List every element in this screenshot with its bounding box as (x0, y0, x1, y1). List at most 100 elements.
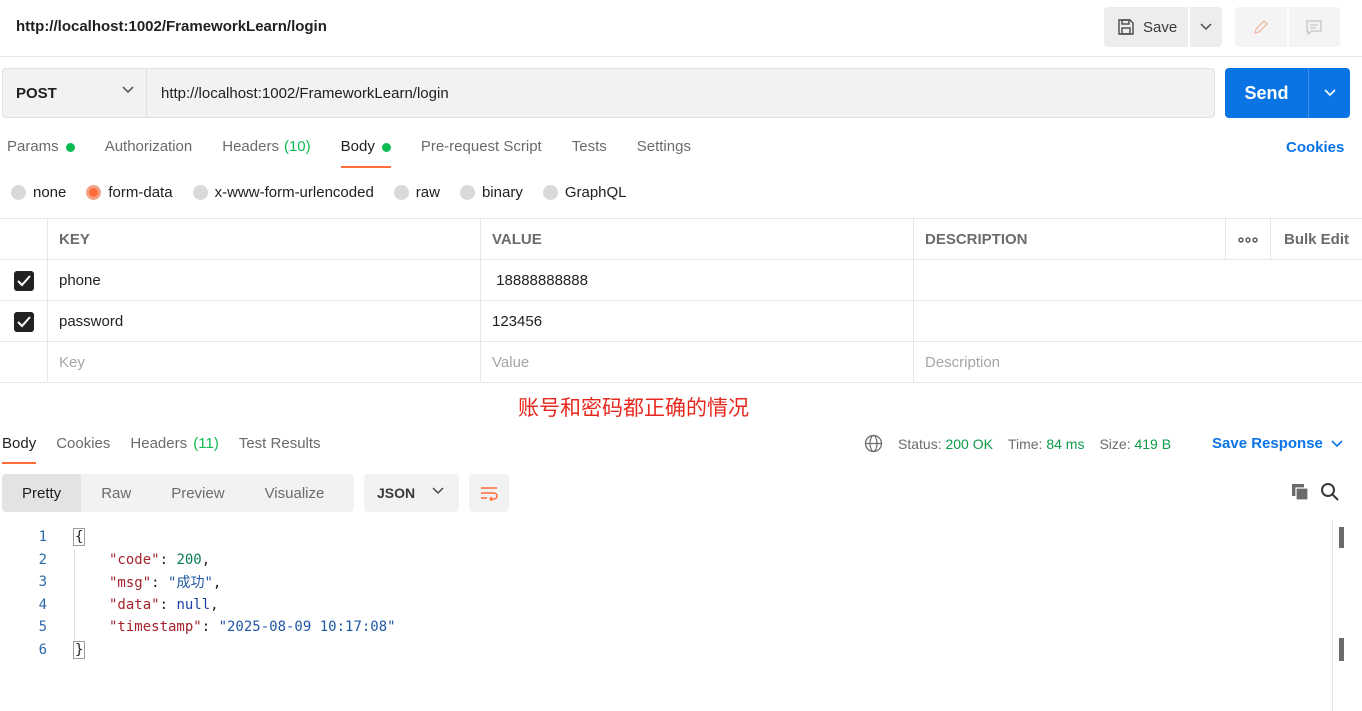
copy-icon[interactable] (1290, 482, 1310, 502)
value-placeholder[interactable]: Value (481, 342, 914, 383)
response-body-editor[interactable]: 1 { 2 "code": 200, 3 "msg": "成功", 4 "dat… (0, 526, 1362, 711)
save-response-button[interactable]: Save Response (1212, 435, 1343, 452)
body-type-none[interactable]: none (11, 184, 66, 201)
view-mode-raw[interactable]: Raw (81, 474, 151, 512)
body-type-graphql[interactable]: GraphQL (542, 184, 627, 201)
size-label: Size: (1099, 435, 1131, 452)
status-group[interactable]: Status: 200 OK (898, 436, 993, 452)
size-value: 419 B (1134, 435, 1172, 452)
response-tab-headers[interactable]: Headers (11) (130, 435, 218, 463)
comments-button[interactable] (1288, 7, 1340, 47)
cookies-link[interactable]: Cookies (1286, 139, 1344, 156)
tab-pre-request-script[interactable]: Pre-request Script (421, 136, 542, 166)
body-type-binary[interactable]: binary (459, 184, 523, 201)
body-type-label: x-www-form-urlencoded (214, 184, 374, 201)
column-header-description: DESCRIPTION (925, 231, 1028, 248)
save-response-label: Save Response (1212, 435, 1323, 452)
description-cell[interactable] (914, 260, 1225, 301)
value-cell[interactable]: 123456 (481, 301, 914, 342)
size-group[interactable]: Size: 419 B (1099, 436, 1171, 452)
key-cell[interactable]: phone (48, 260, 481, 301)
chevron-down-icon (1323, 89, 1336, 97)
chevron-down-icon (432, 487, 444, 495)
globe-icon[interactable] (864, 434, 883, 453)
form-data-table: KEY VALUE DESCRIPTION Bulk Edit phone 18… (0, 218, 1362, 383)
request-bar: POST http://localhost:1002/FrameworkLear… (2, 68, 1215, 118)
body-type-label: form-data (108, 184, 173, 201)
save-group: Save (1104, 7, 1222, 47)
json-key: "timestamp" (109, 619, 202, 635)
tab-headers[interactable]: Headers (10) (222, 136, 310, 166)
row-checkbox-cell (0, 260, 48, 301)
save-button[interactable]: Save (1104, 7, 1188, 47)
table-header-row: KEY VALUE DESCRIPTION Bulk Edit (0, 219, 1362, 260)
key-cell[interactable]: password (48, 301, 481, 342)
tab-body[interactable]: Body (340, 136, 392, 168)
code-line: 4 "data": null, (0, 594, 219, 616)
code-line: 5 "timestamp": "2025-08-09 10:17:08" (0, 616, 396, 638)
key-placeholder[interactable]: Key (48, 342, 481, 383)
method-select[interactable]: POST (3, 69, 147, 117)
chevron-down-icon (1331, 439, 1343, 447)
radio-icon (11, 185, 26, 200)
view-mode-preview[interactable]: Preview (151, 474, 244, 512)
view-mode-visualize[interactable]: Visualize (245, 474, 345, 512)
request-title[interactable]: http://localhost:1002/FrameworkLearn/log… (16, 18, 327, 35)
send-button[interactable]: Send (1225, 68, 1350, 118)
status-value: 200 OK (945, 435, 993, 452)
comment-icon (1306, 20, 1322, 36)
edit-button[interactable] (1235, 7, 1287, 47)
view-mode-pretty[interactable]: Pretty (2, 474, 82, 512)
send-label: Send (1225, 68, 1309, 118)
format-select[interactable]: JSON (364, 474, 459, 512)
json-brace: { (73, 528, 86, 546)
send-options-button[interactable] (1309, 68, 1350, 118)
row-checkbox[interactable] (13, 270, 34, 291)
pencil-icon (1253, 20, 1268, 34)
url-input[interactable]: http://localhost:1002/FrameworkLearn/log… (147, 69, 1214, 117)
time-group[interactable]: Time: 84 ms (1008, 436, 1085, 452)
response-tab-body[interactable]: Body (2, 435, 37, 464)
response-tab-test-results[interactable]: Test Results (239, 435, 321, 463)
body-type-raw[interactable]: raw (393, 184, 440, 201)
body-type-urlencoded[interactable]: x-www-form-urlencoded (192, 184, 374, 201)
value-cell[interactable]: 18888888888 (481, 260, 914, 301)
response-tab-body-label: Body (2, 435, 37, 452)
search-icon[interactable] (1320, 482, 1340, 502)
response-tab-test-results-label: Test Results (238, 435, 321, 452)
more-options-button[interactable] (1225, 219, 1271, 260)
radio-icon (192, 185, 208, 200)
bulk-edit-button[interactable]: Bulk Edit (1271, 219, 1362, 260)
chevron-down-icon (122, 86, 134, 94)
tab-tests[interactable]: Tests (572, 136, 607, 166)
description-cell[interactable] (914, 301, 1225, 342)
save-options-button[interactable] (1190, 7, 1222, 47)
status-label: Status: (898, 435, 942, 452)
tab-authorization[interactable]: Authorization (105, 136, 193, 166)
code-line: 3 "msg": "成功", (0, 571, 222, 593)
side-icons (1235, 7, 1340, 47)
json-string: "2025-08-09 10:17:08" (218, 619, 396, 635)
radio-icon (459, 185, 475, 200)
tab-settings[interactable]: Settings (637, 136, 691, 166)
json-key: "data" (109, 597, 160, 613)
response-tabs: Body Cookies Headers (11) Test Results (2, 435, 341, 464)
format-label: JSON (377, 485, 416, 501)
top-bar: http://localhost:1002/FrameworkLearn/log… (0, 0, 1362, 57)
line-number: 2 (38, 552, 47, 568)
check-icon (16, 315, 31, 327)
tab-params[interactable]: Params (7, 136, 75, 166)
description-placeholder[interactable]: Description (914, 342, 1225, 383)
json-brace: } (73, 641, 86, 659)
wrap-lines-button[interactable] (469, 474, 509, 512)
line-number: 3 (38, 574, 47, 590)
body-type-form-data[interactable]: form-data (86, 184, 173, 201)
body-type-label: binary (481, 184, 523, 201)
row-checkbox[interactable] (13, 311, 34, 332)
time-value: 84 ms (1046, 435, 1085, 452)
headers-count: (10) (283, 138, 311, 155)
body-type-options: none form-data x-www-form-urlencoded raw… (11, 184, 647, 201)
response-meta: Status: 200 OK Time: 84 ms Size: 419 B (864, 434, 1186, 453)
editor-scrollbar[interactable] (1332, 520, 1333, 711)
response-tab-cookies[interactable]: Cookies (56, 435, 110, 463)
